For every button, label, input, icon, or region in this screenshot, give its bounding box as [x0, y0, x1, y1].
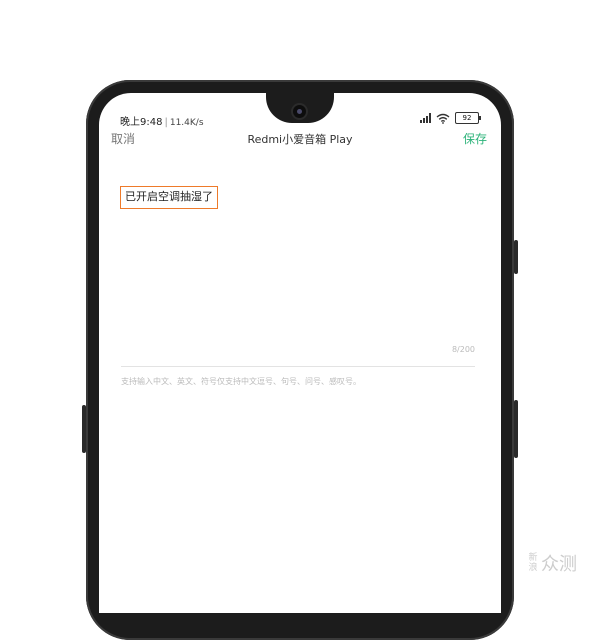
phone-volume-button	[514, 240, 518, 274]
wifi-icon	[436, 113, 450, 124]
page-title: Redmi小爱音箱 Play	[247, 133, 353, 146]
watermark-large: 众测	[541, 554, 577, 575]
save-button[interactable]: 保存	[463, 130, 487, 147]
watermark-logo: 新浪 众测	[527, 550, 577, 576]
watermark-small: 新浪	[528, 553, 538, 573]
input-divider	[121, 366, 475, 367]
battery-level: 92	[462, 114, 472, 122]
status-net-speed: 11.4K/s	[169, 118, 204, 128]
phone-screen: 晚上9:48 | 11.4K/s 92 取消 Redmi小爱音箱 Play 保存 已…	[99, 93, 501, 613]
phone-side-button	[82, 405, 86, 453]
status-bar-left: 晚上9:48 | 11.4K/s	[120, 113, 204, 128]
status-bar-right: 92	[420, 112, 481, 124]
text-input-value[interactable]: 已开启空调抽湿了	[120, 186, 218, 209]
char-counter: 8/200	[451, 345, 475, 354]
battery-icon: 92	[455, 112, 481, 124]
input-hint: 支持输入中文、英文、符号仅支持中文逗号、句号、问号、感叹号。	[121, 377, 361, 386]
front-camera-icon	[293, 105, 306, 118]
status-separator: |	[164, 117, 168, 128]
status-time: 晚上9:48	[120, 117, 163, 128]
phone-power-button	[514, 400, 518, 458]
signal-icon	[420, 113, 431, 123]
notch	[266, 93, 334, 123]
